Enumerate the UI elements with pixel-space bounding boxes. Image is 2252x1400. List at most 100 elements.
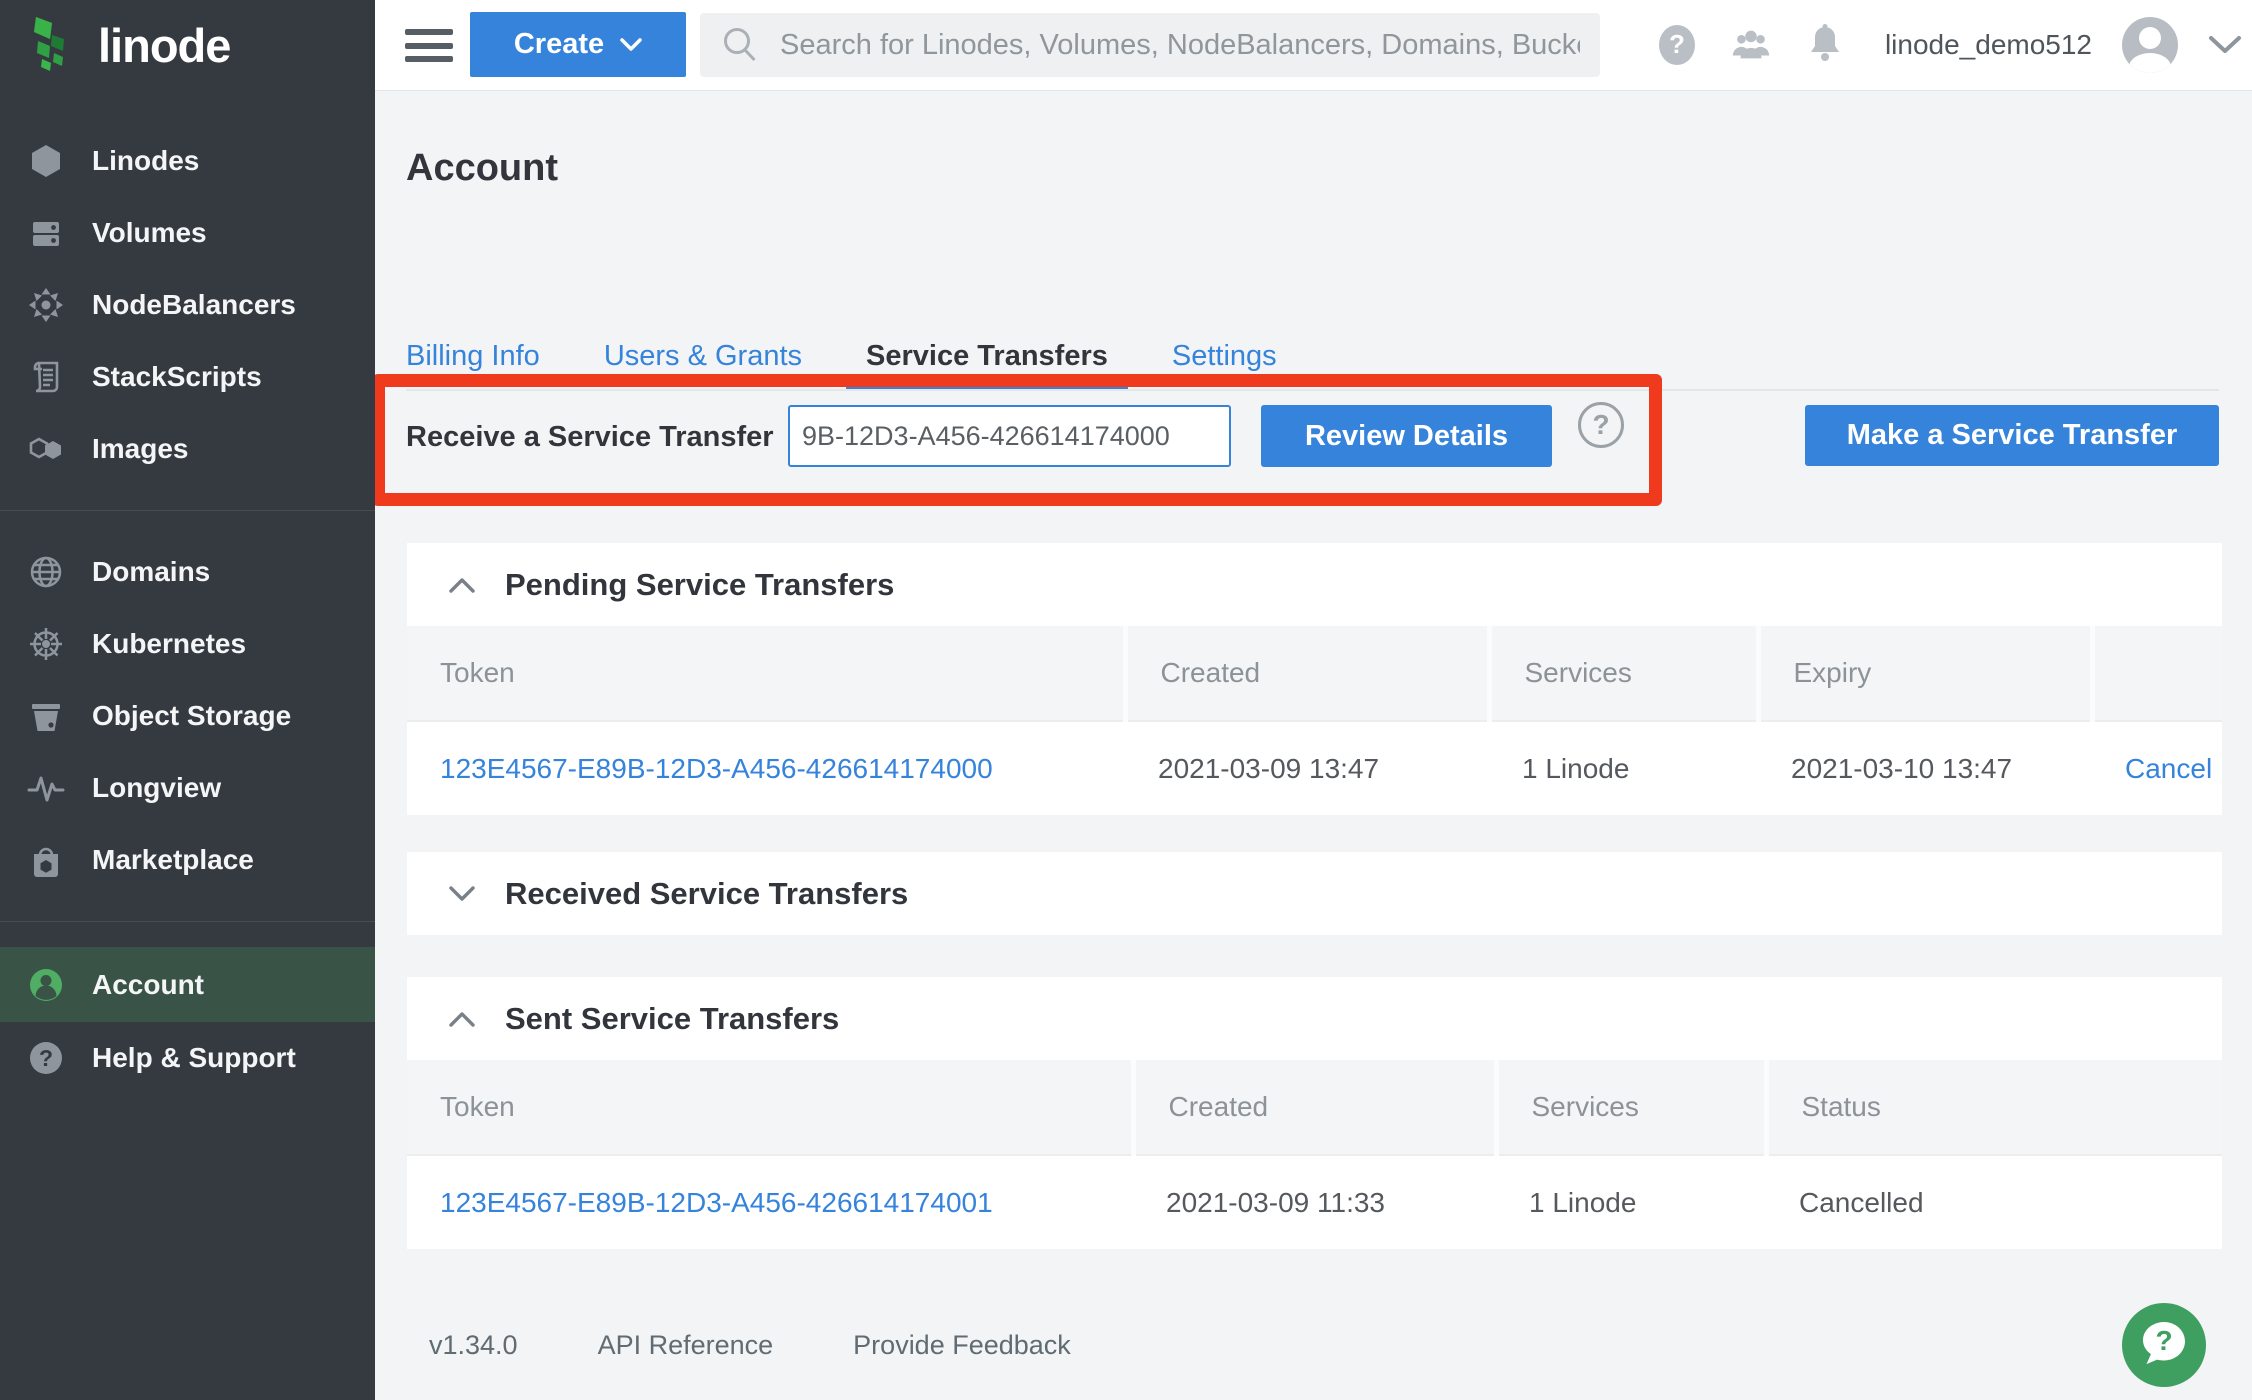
pending-transfers-header[interactable]: Pending Service Transfers: [407, 543, 2222, 626]
sent-services-cell: 1 Linode: [1496, 1155, 1766, 1249]
notifications-bell-icon[interactable]: [1803, 22, 1847, 68]
tab-label: Users & Grants: [604, 340, 802, 373]
images-icon: [27, 430, 65, 468]
receive-transfer-label: Receive a Service Transfer: [406, 421, 774, 454]
expand-chevron-down-icon[interactable]: [449, 886, 475, 902]
received-transfers-header[interactable]: Received Service Transfers: [407, 852, 2222, 935]
sidebar-item-account[interactable]: Account: [0, 947, 375, 1022]
topbar: Create ? linode_demo512: [375, 0, 2252, 90]
sidebar-item-label: Account: [92, 969, 204, 1001]
cancel-transfer-link[interactable]: Cancel: [2125, 753, 2212, 784]
api-reference-link[interactable]: API Reference: [598, 1330, 774, 1361]
kubernetes-icon: [27, 625, 65, 663]
tab-users-grants[interactable]: Users & Grants: [584, 322, 822, 390]
tab-label: Service Transfers: [866, 340, 1108, 373]
object-storage-icon: [27, 697, 65, 735]
marketplace-icon: [27, 841, 65, 879]
tab-label: Billing Info: [406, 340, 540, 373]
received-transfers-panel: Received Service Transfers: [407, 852, 2222, 935]
create-button[interactable]: Create: [470, 12, 686, 77]
column-header-actions: [2092, 626, 2222, 721]
sidebar-item-help-support[interactable]: ? Help & Support: [0, 1022, 375, 1094]
column-header-services: Services: [1496, 1060, 1766, 1155]
pending-expiry-cell: 2021-03-10 13:47: [1758, 721, 2092, 815]
search-bar: [700, 13, 1600, 77]
avatar[interactable]: [2122, 17, 2178, 73]
sidebar-item-label: Help & Support: [92, 1042, 296, 1074]
domains-icon: [27, 553, 65, 591]
sidebar-item-label: NodeBalancers: [92, 289, 296, 321]
avatar-head: [2139, 27, 2161, 49]
sidebar-item-label: Marketplace: [92, 844, 254, 876]
sidebar-divider: [0, 510, 375, 511]
review-details-button[interactable]: Review Details: [1261, 405, 1552, 467]
svg-text:?: ?: [1669, 29, 1685, 59]
footer: v1.34.0 API Reference Provide Feedback: [429, 1330, 1071, 1361]
sidebar-item-stackscripts[interactable]: StackScripts: [0, 341, 375, 413]
column-header-expiry: Expiry: [1758, 626, 2092, 721]
tab-billing-info[interactable]: Billing Info: [386, 322, 560, 390]
linode-logo-icon: [28, 15, 80, 76]
sent-transfers-table: Token Created Services Status 123E4567-E…: [407, 1060, 2222, 1249]
sidebar-item-object-storage[interactable]: Object Storage: [0, 680, 375, 752]
sent-created-cell: 2021-03-09 11:33: [1133, 1155, 1496, 1249]
sidebar-item-linodes[interactable]: Linodes: [0, 125, 375, 197]
table-header-row: Token Created Services Status: [407, 1060, 2222, 1155]
svg-text:?: ?: [39, 1045, 53, 1071]
sidebar-item-nodebalancers[interactable]: NodeBalancers: [0, 269, 375, 341]
sent-token-link[interactable]: 123E4567-E89B-12D3-A456-426614174001: [440, 1187, 993, 1218]
tab-service-transfers[interactable]: Service Transfers: [846, 322, 1128, 390]
username[interactable]: linode_demo512: [1885, 29, 2092, 61]
tab-settings[interactable]: Settings: [1152, 322, 1297, 390]
chat-question-icon: ?: [2121, 1302, 2207, 1388]
account-icon: [27, 966, 65, 1004]
column-header-created: Created: [1125, 626, 1489, 721]
received-transfers-title: Received Service Transfers: [505, 876, 908, 912]
volumes-icon: [27, 214, 65, 252]
sidebar-item-domains[interactable]: Domains: [0, 536, 375, 608]
sent-transfers-header[interactable]: Sent Service Transfers: [407, 977, 2222, 1060]
sidebar-item-volumes[interactable]: Volumes: [0, 197, 375, 269]
column-header-token: Token: [407, 1060, 1133, 1155]
make-service-transfer-button[interactable]: Make a Service Transfer: [1805, 405, 2219, 466]
sent-transfers-title: Sent Service Transfers: [505, 1001, 839, 1037]
sidebar-item-label: Kubernetes: [92, 628, 246, 660]
pending-token-link[interactable]: 123E4567-E89B-12D3-A456-426614174000: [440, 753, 993, 784]
help-icon[interactable]: ?: [1655, 22, 1699, 68]
community-icon[interactable]: [1729, 22, 1773, 68]
chevron-down-icon: [620, 38, 642, 52]
sidebar-item-label: StackScripts: [92, 361, 262, 393]
transfer-token-input[interactable]: [788, 405, 1231, 467]
sent-status-cell: Cancelled: [1766, 1155, 2222, 1249]
linode-logo[interactable]: linode: [0, 0, 375, 90]
search-input[interactable]: [780, 29, 1580, 62]
pending-transfers-title: Pending Service Transfers: [505, 567, 894, 603]
stackscripts-icon: [27, 358, 65, 396]
transfer-help-icon[interactable]: ?: [1578, 402, 1624, 448]
help-chat-button[interactable]: ?: [2121, 1302, 2207, 1388]
provide-feedback-link[interactable]: Provide Feedback: [853, 1330, 1071, 1361]
page-title: Account: [406, 147, 558, 190]
sidebar-item-label: Images: [92, 433, 189, 465]
sidebar: linode Linodes Volumes NodeBalancers: [0, 0, 375, 1400]
account-menu-chevron-icon[interactable]: [2208, 35, 2242, 55]
pending-transfers-table: Token Created Services Expiry 123E4567-E…: [407, 626, 2222, 815]
question-circle-icon: ?: [27, 1039, 65, 1077]
sidebar-item-images[interactable]: Images: [0, 413, 375, 485]
collapse-chevron-up-icon[interactable]: [449, 1011, 475, 1027]
sidebar-item-longview[interactable]: Longview: [0, 752, 375, 824]
table-row: 123E4567-E89B-12D3-A456-426614174000 202…: [407, 721, 2222, 815]
table-header-row: Token Created Services Expiry: [407, 626, 2222, 721]
app-version[interactable]: v1.34.0: [429, 1330, 518, 1361]
main-content: Account Billing Info Users & Grants Serv…: [375, 90, 2252, 1400]
sidebar-item-marketplace[interactable]: Marketplace: [0, 824, 375, 896]
menu-icon[interactable]: [405, 29, 453, 62]
collapse-chevron-up-icon[interactable]: [449, 577, 475, 593]
logo-wordmark: linode: [98, 18, 230, 73]
sidebar-item-kubernetes[interactable]: Kubernetes: [0, 608, 375, 680]
topbar-right-cluster: ? linode_demo512: [1655, 0, 2242, 90]
tab-bar: Billing Info Users & Grants Service Tran…: [386, 322, 1297, 390]
column-header-status: Status: [1766, 1060, 2222, 1155]
table-row: 123E4567-E89B-12D3-A456-426614174001 202…: [407, 1155, 2222, 1249]
sidebar-divider: [0, 921, 375, 922]
